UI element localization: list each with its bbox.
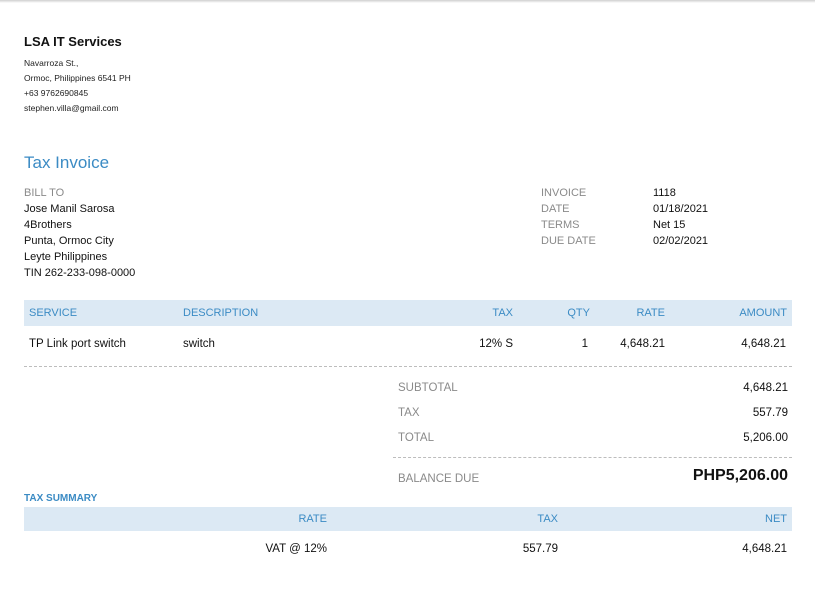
company-address-line-1: Navarroza St.,: [24, 58, 79, 68]
total-label: TOTAL: [398, 432, 434, 444]
meta-value: 02/02/2021: [653, 235, 709, 247]
meta-label: DATE: [541, 203, 570, 215]
tax-summary-header: RATE TAX NET: [24, 507, 792, 531]
meta-row-due-date: DUE DATE 02/02/2021: [541, 233, 708, 249]
company-email: stephen.villa@gmail.com: [24, 103, 119, 113]
company-name: LSA IT Services: [24, 34, 122, 49]
header-tax: TAX: [492, 307, 513, 319]
header-description: DESCRIPTION: [183, 307, 259, 319]
bill-to-block: BILL TO Jose Manil Sarosa 4Brothers Punt…: [24, 185, 135, 281]
bill-to-name: Jose Manil Sarosa: [24, 203, 115, 215]
cell-service: TP Link port switch: [29, 338, 126, 350]
totals-divider: [393, 457, 792, 458]
company-address-line-2: Ormoc, Philippines 6541 PH: [24, 73, 131, 83]
summary-cell-rate: VAT @ 12%: [265, 543, 327, 555]
company-phone: +63 9762690845: [24, 88, 89, 98]
meta-value: 01/18/2021: [653, 203, 709, 215]
summary-header-tax: TAX: [537, 513, 558, 525]
items-divider: [24, 366, 792, 367]
items-table-header: SERVICE DESCRIPTION TAX QTY RATE AMOUNT: [24, 300, 792, 326]
header-amount: AMOUNT: [739, 307, 787, 319]
cell-description: switch: [183, 338, 215, 350]
meta-label: DUE DATE: [541, 235, 596, 247]
tax-summary-title: TAX SUMMARY: [24, 493, 98, 504]
meta-row-terms: TERMS Net 15: [541, 217, 708, 233]
meta-row-invoice: INVOICE 1118: [541, 185, 708, 201]
invoice-meta-block: INVOICE 1118 DATE 01/18/2021 TERMS Net 1…: [541, 185, 708, 249]
cell-qty: 1: [581, 338, 588, 350]
balance-due-value: PHP5,206.00: [692, 467, 788, 484]
bill-to-region: Leyte Philippines: [24, 251, 108, 263]
table-row: TP Link port switch switch 12% S 1 4,648…: [24, 331, 792, 357]
subtotal-value: 4,648.21: [743, 382, 788, 394]
subtotal-row: SUBTOTAL 4,648.21: [398, 382, 788, 398]
company-block: LSA IT Services Navarroza St., Ormoc, Ph…: [24, 34, 131, 116]
meta-value: Net 15: [653, 219, 686, 231]
meta-row-date: DATE 01/18/2021: [541, 201, 708, 217]
cell-tax: 12% S: [479, 338, 513, 350]
header-rate: RATE: [636, 307, 665, 319]
bill-to-label: BILL TO: [24, 187, 65, 199]
bill-to-tin: TIN 262-233-098-0000: [24, 267, 136, 279]
balance-due-label: BALANCE DUE: [398, 473, 480, 485]
tax-row: TAX 557.79: [398, 407, 788, 423]
top-edge-shadow: [0, 0, 815, 3]
summary-cell-tax: 557.79: [522, 543, 558, 555]
meta-label: TERMS: [541, 219, 580, 231]
tax-label: TAX: [398, 407, 420, 419]
cell-amount: 4,648.21: [741, 338, 786, 350]
meta-label: INVOICE: [541, 187, 587, 199]
summary-header-net: NET: [765, 513, 787, 525]
document-title: Tax Invoice: [24, 153, 110, 172]
bill-to-city: Punta, Ormoc City: [24, 235, 114, 247]
meta-value: 1118: [653, 187, 676, 199]
header-service: SERVICE: [29, 307, 78, 319]
header-qty: QTY: [567, 307, 590, 319]
tax-summary-row: VAT @ 12% 557.79 4,648.21: [24, 537, 792, 561]
tax-value: 557.79: [752, 407, 788, 419]
cell-rate: 4,648.21: [620, 338, 665, 350]
bill-to-company: 4Brothers: [24, 219, 72, 231]
total-value: 5,206.00: [743, 432, 788, 444]
total-row: TOTAL 5,206.00: [398, 432, 788, 448]
summary-cell-net: 4,648.21: [742, 543, 787, 555]
subtotal-label: SUBTOTAL: [398, 382, 458, 394]
summary-header-rate: RATE: [298, 513, 327, 525]
